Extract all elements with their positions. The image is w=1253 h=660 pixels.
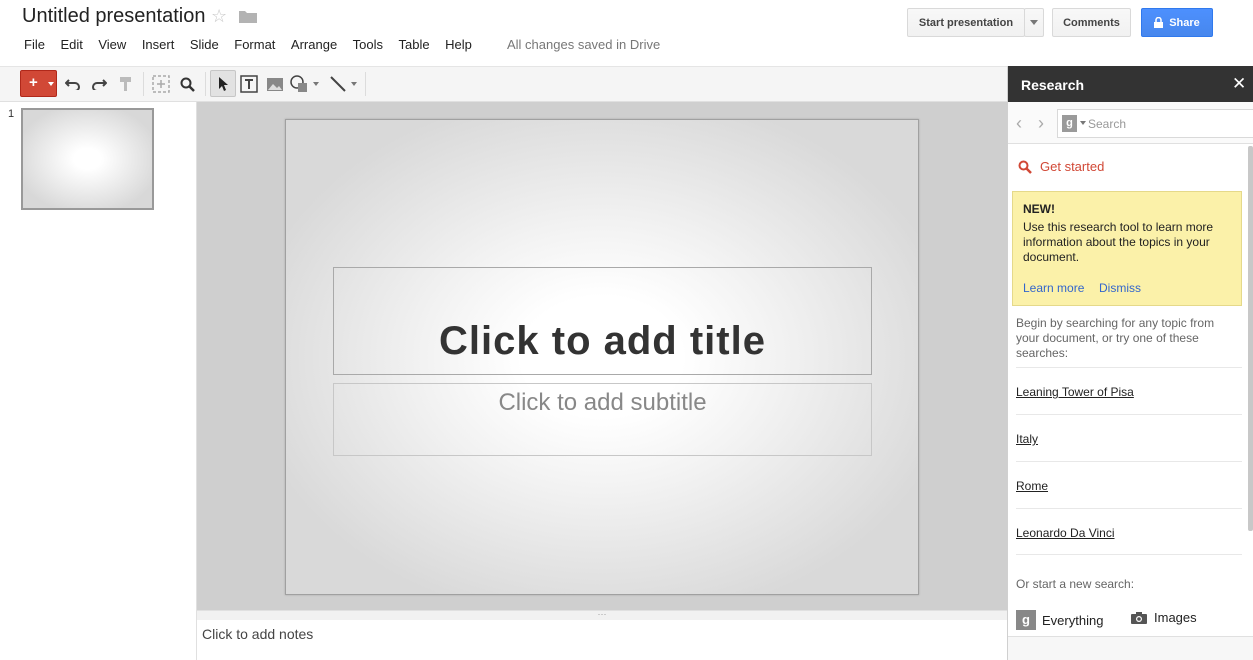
research-footer <box>1008 636 1253 660</box>
subtitle-placeholder: Click to add subtitle <box>498 389 707 416</box>
toolbar-divider <box>205 72 206 96</box>
app-header: Untitled presentation ☆ File Edit View I… <box>0 0 1253 66</box>
suggestion-item[interactable]: Leonardo Da Vinci <box>1016 508 1242 555</box>
star-icon[interactable]: ☆ <box>211 6 227 27</box>
research-title: Research <box>1021 77 1085 93</box>
menu-slide[interactable]: Slide <box>190 37 219 55</box>
new-feature-notice: NEW! Use this research tool to learn mor… <box>1012 191 1242 306</box>
chevron-down-icon[interactable] <box>1080 121 1086 125</box>
new-notice-description: Use this research tool to learn more inf… <box>1023 220 1214 264</box>
paint-format-icon[interactable] <box>116 74 136 94</box>
menu-table[interactable]: Table <box>399 37 430 55</box>
images-label: Images <box>1154 610 1197 625</box>
line-icon[interactable] <box>328 74 348 94</box>
zoom-fit-icon[interactable] <box>151 74 171 94</box>
back-arrow-icon[interactable]: ‹ <box>1016 113 1022 134</box>
suggestion-link[interactable]: Leaning Tower of Pisa <box>1016 385 1134 399</box>
title-placeholder-box[interactable]: Click to add title <box>333 267 872 375</box>
select-tool-button[interactable] <box>210 70 236 97</box>
start-presentation-dropdown[interactable] <box>1024 8 1044 37</box>
image-icon[interactable] <box>265 74 285 94</box>
chevron-down-icon <box>48 82 54 86</box>
dismiss-link[interactable]: Dismiss <box>1099 281 1141 295</box>
comments-button[interactable]: Comments <box>1052 8 1131 37</box>
chevron-down-icon[interactable] <box>311 74 321 94</box>
research-search-input[interactable] <box>1088 115 1248 133</box>
menu-edit[interactable]: Edit <box>60 37 82 55</box>
notes-placeholder: Click to add notes <box>202 626 314 642</box>
plus-icon: + <box>29 74 38 91</box>
search-icon <box>1018 160 1032 174</box>
images-search-option[interactable]: Images <box>1130 610 1197 625</box>
begin-instructions: Begin by searching for any topic from yo… <box>1016 316 1215 360</box>
new-slide-button[interactable]: + <box>20 70 57 97</box>
folder-icon[interactable] <box>239 10 257 23</box>
menu-insert[interactable]: Insert <box>142 37 175 55</box>
new-notice-title: NEW! <box>1023 202 1055 216</box>
menu-bar: File Edit View Insert Slide Format Arran… <box>24 37 487 55</box>
toolbar-divider <box>143 72 144 96</box>
suggestion-link[interactable]: Leonardo Da Vinci <box>1016 526 1115 540</box>
research-panel: Research ✕ ‹ › g Get started NEW! Use th… <box>1007 66 1253 660</box>
google-icon: g <box>1016 610 1036 630</box>
get-started-heading: Get started <box>1018 159 1104 174</box>
suggestion-item[interactable]: Leaning Tower of Pisa <box>1016 367 1242 414</box>
suggestion-link[interactable]: Italy <box>1016 432 1038 446</box>
forward-arrow-icon[interactable]: › <box>1038 113 1044 134</box>
menu-arrange[interactable]: Arrange <box>291 37 337 55</box>
menu-file[interactable]: File <box>24 37 45 55</box>
camera-icon <box>1131 611 1147 624</box>
research-search-box: g <box>1057 109 1253 138</box>
subtitle-placeholder-box[interactable]: Click to add subtitle <box>333 383 872 456</box>
shape-icon[interactable] <box>290 74 310 94</box>
research-scrollbar[interactable] <box>1248 146 1253 531</box>
share-label: Share <box>1169 16 1200 29</box>
lock-icon <box>1154 17 1164 28</box>
menu-tools[interactable]: Tools <box>353 37 383 55</box>
notes-resize-handle[interactable]: ··· <box>197 610 1007 620</box>
title-placeholder: Click to add title <box>439 318 766 363</box>
toolbar-divider <box>365 72 366 96</box>
slide-number: 1 <box>8 108 15 120</box>
everything-search-option[interactable]: g Everything <box>1016 610 1103 630</box>
suggestion-link[interactable]: Rome <box>1016 479 1048 493</box>
menu-help[interactable]: Help <box>445 37 472 55</box>
chevron-down-icon <box>1030 20 1038 25</box>
start-presentation-button[interactable]: Start presentation <box>907 8 1025 37</box>
start-new-search-label: Or start a new search: <box>1016 577 1135 591</box>
get-started-label: Get started <box>1040 159 1105 174</box>
slide-canvas-area: Click to add title Click to add subtitle <box>197 102 1007 610</box>
suggestion-item[interactable]: Rome <box>1016 461 1242 508</box>
redo-icon[interactable] <box>89 74 109 94</box>
share-button[interactable]: Share <box>1141 8 1213 37</box>
learn-more-link[interactable]: Learn more <box>1023 281 1084 295</box>
google-icon[interactable]: g <box>1062 115 1077 132</box>
slide-canvas[interactable]: Click to add title Click to add subtitle <box>285 119 919 595</box>
undo-icon[interactable] <box>63 74 83 94</box>
everything-label: Everything <box>1042 612 1104 628</box>
chevron-down-icon[interactable] <box>349 74 359 94</box>
menu-view[interactable]: View <box>98 37 126 55</box>
menu-format[interactable]: Format <box>234 37 275 55</box>
research-search-bar: ‹ › g <box>1008 102 1253 144</box>
research-body: Get started NEW! Use this research tool … <box>1008 145 1242 660</box>
cursor-arrow-icon <box>219 77 228 91</box>
toolbar: + <box>0 66 1007 102</box>
save-status: All changes saved in Drive <box>507 37 661 52</box>
research-header: Research ✕ <box>1008 66 1253 102</box>
document-title[interactable]: Untitled presentation <box>22 5 205 28</box>
slide-filmstrip: 1 <box>0 102 197 660</box>
slide-thumbnail[interactable] <box>21 108 154 210</box>
close-icon[interactable]: ✕ <box>1232 74 1246 94</box>
suggestion-item[interactable]: Italy <box>1016 414 1242 461</box>
zoom-icon[interactable] <box>177 74 197 94</box>
speaker-notes[interactable]: Click to add notes <box>197 620 1007 660</box>
text-box-icon[interactable] <box>239 74 259 94</box>
